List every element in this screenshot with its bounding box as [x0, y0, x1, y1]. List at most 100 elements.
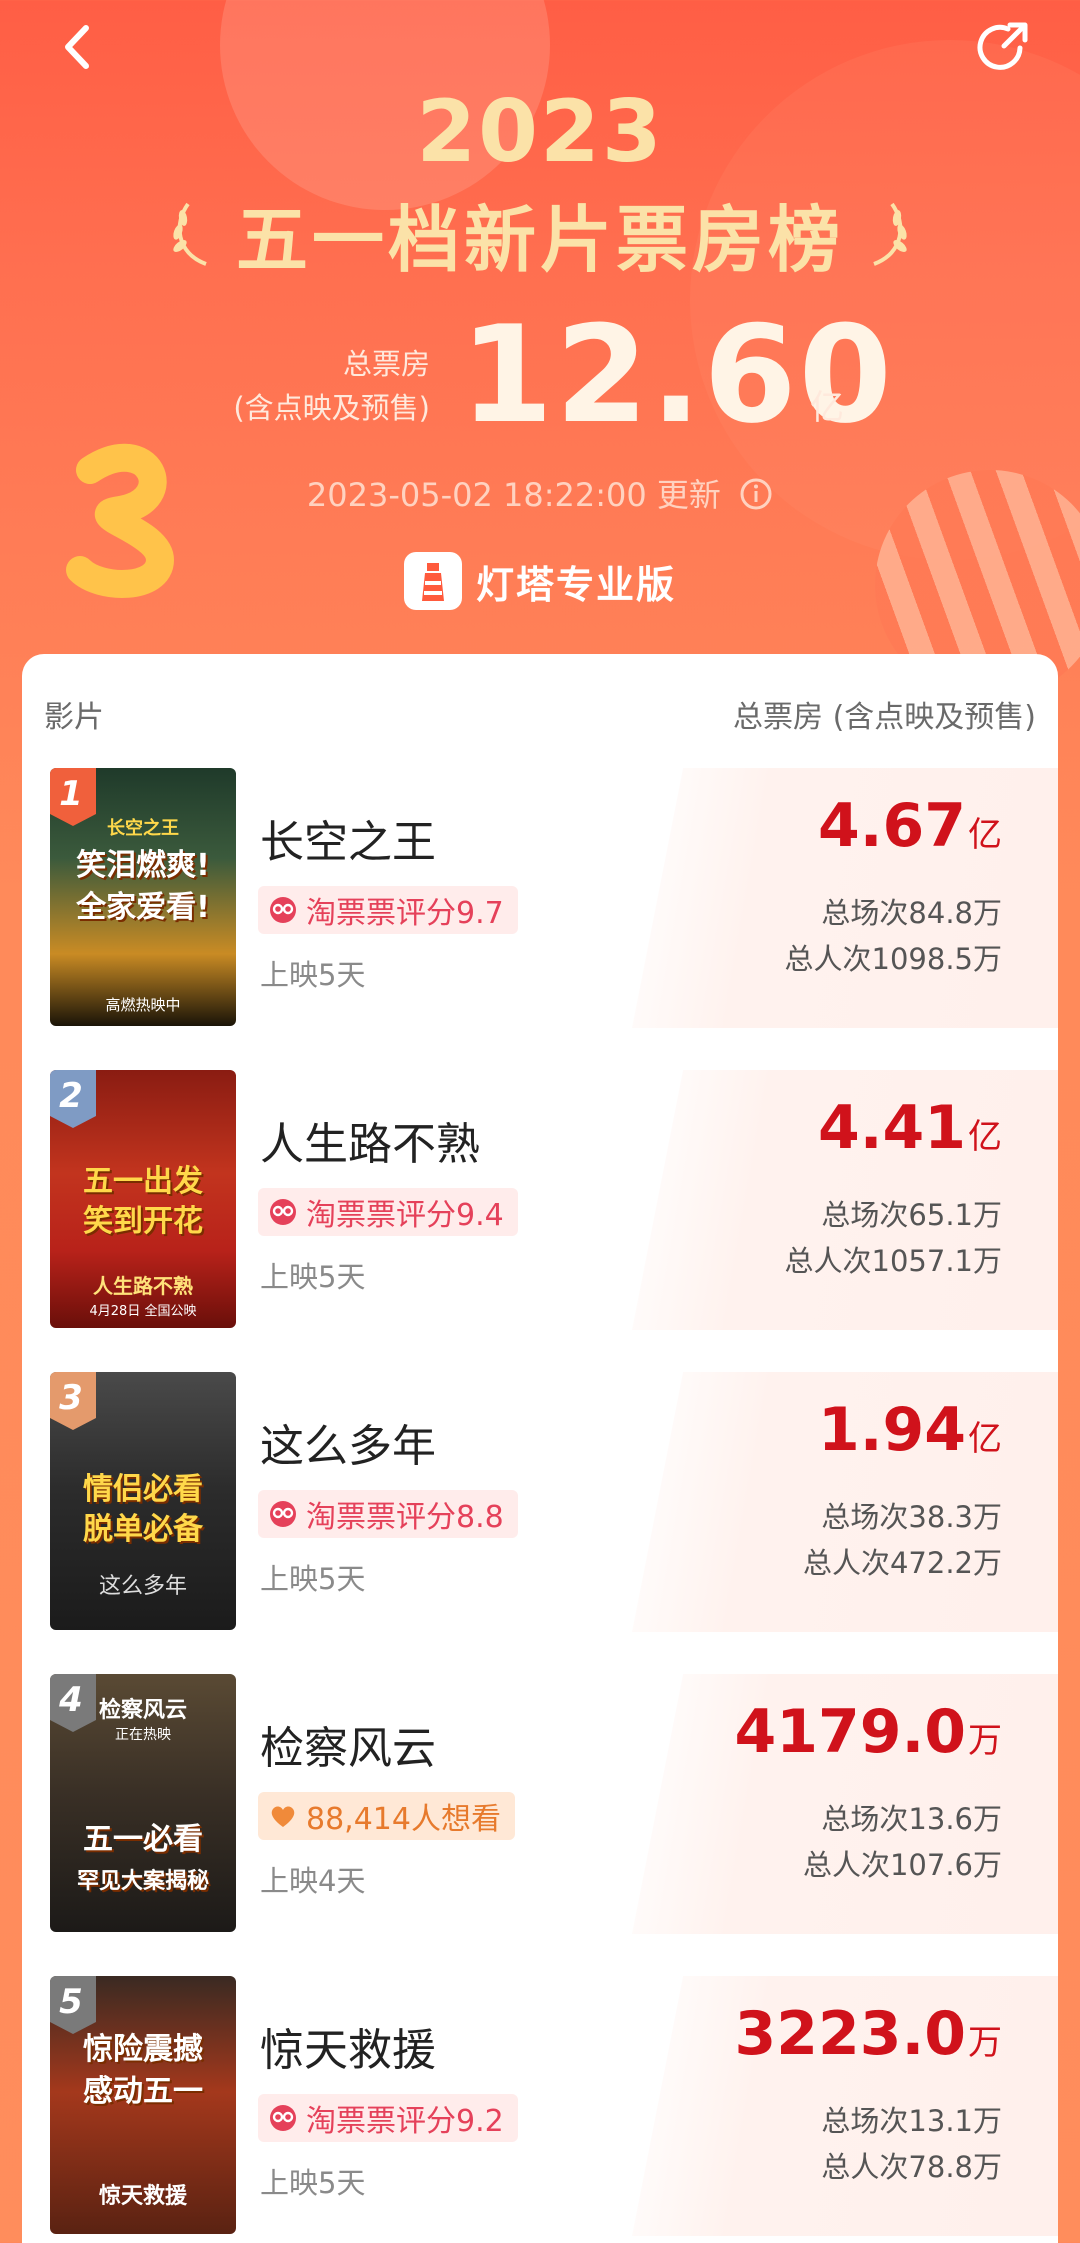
poster-slogan: 情侣必看 — [83, 1472, 203, 1507]
total-shows: 总场次13.1万 — [821, 2104, 1002, 2138]
days-released: 上映5天 — [260, 1260, 366, 1294]
film-gross: 1.94亿 — [818, 1394, 1002, 1475]
rank-badge: 5 — [50, 1976, 96, 2034]
film-row[interactable]: 检察风云 正在热映 五一必看 罕见大案揭秘 4 检察风云 88,414人想看 上… — [22, 1674, 1058, 1934]
total-gross-unit: 亿 — [810, 388, 844, 428]
total-admissions: 总人次1098.5万 — [784, 942, 1002, 976]
header-banner: 2023 五一档新片票房榜 总票房 (含点映及预售) 12.60 亿 2023-… — [0, 0, 1080, 680]
poster-caption: 高燃热映中 — [105, 996, 181, 1014]
share-refresh-icon[interactable] — [972, 18, 1032, 78]
total-shows: 总场次65.1万 — [821, 1198, 1002, 1232]
want-to-see-text: 88,414人想看 — [306, 1802, 501, 1837]
total-gross-label-line1: 总票房 — [342, 347, 430, 381]
total-shows: 总场次13.6万 — [821, 1802, 1002, 1836]
film-title[interactable]: 人生路不熟 — [260, 1108, 480, 1172]
film-row[interactable]: 惊险震撼 感动五一 惊天救援 5 惊天救援 淘票票评分9.2 上映5天 3223… — [22, 1976, 1058, 2236]
update-time-text: 2023-05-02 18:22:00 更新 — [306, 476, 721, 514]
lighthouse-logo-icon — [403, 552, 462, 610]
poster-slogan: 笑泪燃爽! — [76, 848, 210, 883]
rating-tag: 淘票票评分9.2 — [258, 2094, 518, 2142]
film-gross: 4.67亿 — [818, 790, 1002, 871]
film-title[interactable]: 惊天救援 — [260, 2014, 436, 2078]
total-gross: 总票房 (含点映及预售) 12.60 亿 — [0, 308, 1080, 442]
rank-number: 1 — [59, 774, 83, 814]
header-title-row: 五一档新片票房榜 — [0, 188, 1080, 282]
info-icon[interactable] — [739, 477, 773, 511]
poster-title: 惊天救援 — [98, 2184, 187, 2209]
column-header-film: 影片 — [44, 700, 104, 735]
page-title: 五一档新片票房榜 — [235, 197, 844, 282]
film-gross: 4.41亿 — [818, 1092, 1002, 1173]
film-gross-value: 4.67 — [817, 791, 966, 861]
header-year: 2023 — [416, 82, 664, 182]
rating-tag: 淘票票评分9.4 — [258, 1188, 518, 1236]
brand-name: 灯塔专业版 — [475, 562, 676, 607]
laurel-icon — [173, 202, 207, 266]
taopiaopiao-icon — [270, 1501, 296, 1527]
total-admissions: 总人次1057.1万 — [784, 1244, 1002, 1278]
film-row[interactable]: 情侣必看 脱单必备 这么多年 3 这么多年 淘票票评分8.8 上映5天 1.94… — [22, 1372, 1058, 1632]
film-poster[interactable]: 惊险震撼 感动五一 惊天救援 5 — [50, 1976, 236, 2234]
taopiaopiao-icon — [270, 2105, 296, 2131]
film-title[interactable]: 检察风云 — [260, 1712, 436, 1776]
film-title[interactable]: 长空之王 — [260, 806, 436, 870]
rank-badge: 3 — [50, 1372, 96, 1430]
film-gross-value: 4179.0 — [734, 1697, 966, 1767]
film-gross-value: 4.41 — [817, 1093, 966, 1163]
days-released: 上映4天 — [260, 1864, 366, 1898]
film-poster[interactable]: 五一出发 笑到开花 人生路不熟 4月28日 全国公映 2 — [50, 1070, 236, 1328]
want-to-see-tag: 88,414人想看 — [258, 1792, 515, 1840]
total-gross-label-line2: (含点映及预售) — [233, 391, 430, 425]
poster-slogan: 脱单必备 — [83, 1512, 203, 1547]
film-gross-unit: 亿 — [968, 1117, 1002, 1157]
laurel-icon — [873, 202, 907, 266]
film-gross-unit: 万 — [968, 1721, 1002, 1761]
days-released: 上映5天 — [260, 958, 366, 992]
brand: 灯塔专业版 — [0, 552, 1080, 610]
poster-title: 这么多年 — [98, 1574, 187, 1599]
film-gross-unit: 亿 — [968, 1419, 1002, 1459]
total-shows: 总场次84.8万 — [821, 896, 1002, 930]
film-gross: 3223.0万 — [734, 1998, 1002, 2079]
total-gross-label: 总票房 (含点映及预售) — [230, 342, 430, 430]
poster-slogan: 罕见大案揭秘 — [76, 1869, 209, 1894]
rank-badge: 1 — [50, 768, 96, 826]
poster-slogan: 感动五一 — [83, 2074, 203, 2109]
poster-slogan: 五一必看 — [83, 1822, 203, 1857]
list-header: 影片 总票房 (含点映及预售) — [22, 654, 1058, 764]
film-poster[interactable]: 检察风云 正在热映 五一必看 罕见大案揭秘 4 — [50, 1674, 236, 1932]
poster-slogan: 五一出发 — [83, 1164, 203, 1199]
days-released: 上映5天 — [260, 2166, 366, 2200]
poster-slogan: 笑到开花 — [83, 1204, 203, 1239]
poster-title: 人生路不熟 — [93, 1274, 193, 1298]
film-gross-unit: 万 — [968, 2023, 1002, 2063]
rank-number: 2 — [59, 1076, 83, 1116]
rank-number: 4 — [59, 1680, 83, 1720]
poster-caption: 4月28日 全国公映 — [89, 1304, 197, 1319]
box-office-list: 影片 总票房 (含点映及预售) 长空之王 笑泪燃爽! 全家爱看! 高燃热映中 1… — [22, 654, 1058, 2243]
film-gross-unit: 亿 — [968, 815, 1002, 855]
film-gross: 4179.0万 — [734, 1696, 1002, 1777]
poster-slogan: 全家爱看! — [76, 890, 210, 925]
rank-number: 3 — [59, 1378, 83, 1418]
back-arrow-icon[interactable] — [58, 22, 98, 72]
film-row[interactable]: 五一出发 笑到开花 人生路不熟 4月28日 全国公映 2 人生路不熟 淘票票评分… — [22, 1070, 1058, 1330]
film-title[interactable]: 这么多年 — [260, 1410, 436, 1474]
rank-badge: 2 — [50, 1070, 96, 1128]
rating-text: 淘票票评分9.4 — [306, 1198, 504, 1233]
rating-text: 淘票票评分8.8 — [306, 1500, 504, 1535]
total-shows: 总场次38.3万 — [821, 1500, 1002, 1534]
total-admissions: 总人次107.6万 — [802, 1848, 1002, 1882]
rating-tag: 淘票票评分8.8 — [258, 1490, 518, 1538]
film-row[interactable]: 长空之王 笑泪燃爽! 全家爱看! 高燃热映中 1 长空之王 淘票票评分9.7 上… — [22, 768, 1058, 1028]
poster-slogan: 惊险震撼 — [83, 2032, 203, 2067]
film-gross-value: 1.94 — [817, 1395, 966, 1465]
taopiaopiao-icon — [270, 1199, 296, 1225]
film-poster[interactable]: 情侣必看 脱单必备 这么多年 3 — [50, 1372, 236, 1630]
heart-icon — [271, 1806, 295, 1827]
days-released: 上映5天 — [260, 1562, 366, 1596]
rating-text: 淘票票评分9.7 — [306, 896, 504, 931]
update-time: 2023-05-02 18:22:00 更新 — [0, 470, 1080, 516]
column-header-gross: 总票房 (含点映及预售) — [733, 700, 1036, 735]
film-poster[interactable]: 长空之王 笑泪燃爽! 全家爱看! 高燃热映中 1 — [50, 768, 236, 1026]
